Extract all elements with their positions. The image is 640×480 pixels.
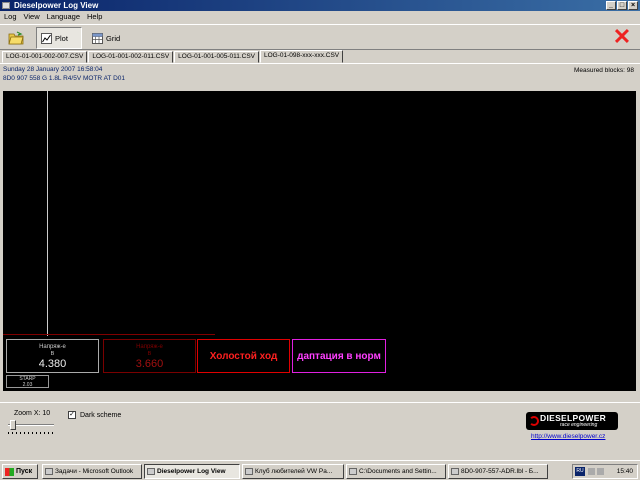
menu-help[interactable]: Help xyxy=(87,11,102,23)
minimize-button[interactable]: _ xyxy=(606,1,616,10)
window-title: Dieselpower Log View xyxy=(14,1,99,10)
task-dieselpower[interactable]: Dieselpower Log View xyxy=(144,464,240,479)
plot-label: Plot xyxy=(55,33,68,43)
tray-network-icon[interactable] xyxy=(597,468,604,475)
zoom-slider-thumb[interactable] xyxy=(10,420,16,430)
dark-scheme-checkbox[interactable]: ✓ Dark scheme xyxy=(68,411,121,419)
status-box-text: Холостой ход xyxy=(209,350,278,362)
log-info: Sunday 28 January 2007 16:58:04 8D0 907 … xyxy=(0,63,640,91)
menu-bar: Log View Language Help xyxy=(0,11,640,23)
windows-logo-icon xyxy=(5,467,14,476)
tray-app-icon[interactable] xyxy=(588,468,595,475)
tab-log-4[interactable]: LOG-01-098-xxx-xxx.CSV xyxy=(260,50,344,63)
task-outlook[interactable]: Задачи - Microsoft Outlook xyxy=(42,464,142,479)
browser-icon xyxy=(245,468,253,475)
value-box-voltage-1: Напряж-е В 4.380 xyxy=(6,339,99,373)
open-folder-icon xyxy=(8,31,24,45)
task-label: 8D0-907-557-ADR.lbl - Б... xyxy=(461,468,539,475)
task-label: Dieselpower Log View xyxy=(157,468,226,475)
language-indicator[interactable]: RU xyxy=(575,467,585,476)
tab-log-1[interactable]: LOG-01-001-002-007.CSV xyxy=(2,51,88,63)
status-box-adaptation: даптация в норм xyxy=(292,339,386,373)
task-label: Клуб любителей VW Pa... xyxy=(255,468,333,475)
status-box-idle: Холостой ход xyxy=(197,339,290,373)
file-tabs: LOG-01-001-002-007.CSV LOG-01-001-002-01… xyxy=(2,50,344,63)
taskbar: Пуск Задачи - Microsoft Outlook Dieselpo… xyxy=(0,460,640,480)
checkbox-check-icon[interactable]: ✓ xyxy=(68,411,76,419)
dark-scheme-label: Dark scheme xyxy=(80,411,122,419)
value-box-label: Напряж-е xyxy=(136,344,163,350)
zoom-label: Zoom X: 10 xyxy=(14,410,51,417)
task-label: Задачи - Microsoft Outlook xyxy=(55,468,134,475)
tab-log-3[interactable]: LOG-01-001-005-011.CSV xyxy=(174,51,260,63)
start-button[interactable]: Пуск xyxy=(2,464,38,479)
value-box-unit: В xyxy=(147,351,152,357)
open-folder-button[interactable] xyxy=(4,27,28,49)
folder-icon xyxy=(349,468,357,475)
logo-swirl-icon xyxy=(529,416,539,426)
ecu-info: 8D0 907 558 G 1.8L R4/5V MOTR AT D01 xyxy=(3,75,125,82)
grid-label: Grid xyxy=(106,33,121,43)
app-icon xyxy=(147,468,155,475)
menu-view[interactable]: View xyxy=(24,11,40,23)
measured-blocks: Measured blocks: 98 xyxy=(574,67,634,74)
value-box-label: Напряж-е xyxy=(39,344,66,350)
title-bar: Dieselpower Log View _ □ × xyxy=(0,0,640,11)
plot-button[interactable]: Plot xyxy=(36,27,82,49)
plot-area[interactable]: Напряж-е В 4.380 Напряж-е В 3.660 Холост… xyxy=(3,91,636,391)
plot-icon xyxy=(41,32,52,44)
window-close-button[interactable]: × xyxy=(628,1,638,10)
bottom-panel: Zoom X: 10 ✓ Dark scheme DIESELPOWER rac… xyxy=(0,402,640,454)
tab-log-2[interactable]: LOG-01-001-002-011.CSV xyxy=(88,51,174,63)
clock: 15:40 xyxy=(616,468,633,475)
zoom-slider-ticks xyxy=(8,432,54,434)
system-tray: RU 15:40 xyxy=(572,464,638,479)
value-box-value: 4.380 xyxy=(38,358,67,370)
task-notepad[interactable]: 8D0-907-557-ADR.lbl - Б... xyxy=(448,464,548,479)
value-box-value: 3.660 xyxy=(135,358,164,370)
plot-cursor[interactable] xyxy=(47,91,48,336)
value-box-unit: В xyxy=(50,351,55,357)
zoom-slider[interactable] xyxy=(8,420,56,435)
toolbar: Plot Grid ✕ xyxy=(0,24,640,50)
task-label: C:\Documents and Settin... xyxy=(359,468,437,475)
mini-value-box: STARP 2.03 xyxy=(6,375,49,388)
value-box-voltage-2: Напряж-е В 3.660 xyxy=(103,339,196,373)
notepad-icon xyxy=(451,468,459,475)
plot-baseline xyxy=(3,334,215,335)
menu-log[interactable]: Log xyxy=(4,11,17,23)
dieselpower-logo: DIESELPOWER race engineering xyxy=(526,412,618,430)
app-icon xyxy=(2,2,10,9)
maximize-button[interactable]: □ xyxy=(617,1,627,10)
outlook-icon xyxy=(45,468,53,475)
task-explorer[interactable]: C:\Documents and Settin... xyxy=(346,464,446,479)
status-box-text: даптация в норм xyxy=(297,350,381,362)
task-club-forum[interactable]: Клуб любителей VW Pa... xyxy=(242,464,344,479)
close-log-icon[interactable]: ✕ xyxy=(612,26,632,48)
logo-tagline: race engineering xyxy=(560,422,598,428)
website-link[interactable]: http://www.dieselpower.cz xyxy=(531,433,605,440)
window-controls: _ □ × xyxy=(606,1,638,10)
log-date: Sunday 28 January 2007 16:58:04 xyxy=(3,66,103,73)
grid-button[interactable]: Grid xyxy=(88,27,130,49)
grid-icon xyxy=(92,32,103,44)
start-label: Пуск xyxy=(16,468,33,475)
menu-language[interactable]: Language xyxy=(47,11,80,23)
mini-value-value: 2.03 xyxy=(22,382,33,388)
